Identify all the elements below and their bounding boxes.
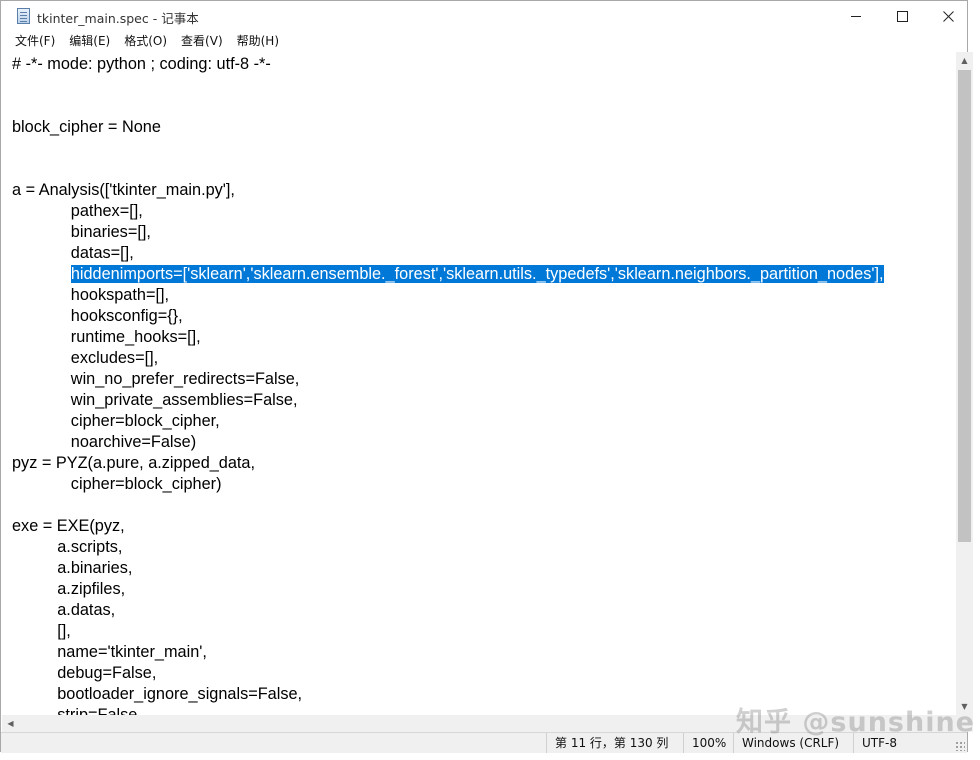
- code-line[interactable]: hookspath=[],: [12, 285, 884, 306]
- code-line[interactable]: noarchive=False): [12, 432, 884, 453]
- code-line[interactable]: [],: [12, 621, 884, 642]
- code-line[interactable]: [12, 96, 884, 117]
- zoom-level: 100%: [683, 733, 734, 753]
- scroll-up-icon[interactable]: ▲: [956, 52, 973, 69]
- menu-bar: 文件(F) 编辑(E) 格式(O) 查看(V) 帮助(H): [1, 31, 967, 52]
- menu-view[interactable]: 查看(V): [174, 31, 230, 52]
- scroll-left-icon[interactable]: ◀: [2, 715, 19, 732]
- code-line[interactable]: exe = EXE(pyz,: [12, 516, 884, 537]
- notepad-icon: [17, 8, 30, 24]
- code-line[interactable]: cipher=block_cipher,: [12, 411, 884, 432]
- minimize-button[interactable]: [833, 1, 879, 31]
- code-line[interactable]: pyz = PYZ(a.pure, a.zipped_data,: [12, 453, 884, 474]
- title-bar[interactable]: tkinter_main.spec - 记事本: [1, 1, 967, 31]
- code-line[interactable]: excludes=[],: [12, 348, 884, 369]
- close-button[interactable]: [925, 1, 971, 31]
- code-line[interactable]: cipher=block_cipher): [12, 474, 884, 495]
- minimize-icon: [851, 15, 861, 17]
- code-line[interactable]: a.binaries,: [12, 558, 884, 579]
- watermark: 知乎 @sunshine: [736, 707, 975, 738]
- cursor-position: 第 11 行，第 130 列: [546, 733, 685, 753]
- code-line[interactable]: debug=False,: [12, 663, 884, 684]
- code-line[interactable]: hiddenimports=['sklearn','sklearn.ensemb…: [12, 264, 884, 285]
- code-line[interactable]: hooksconfig={},: [12, 306, 884, 327]
- menu-help[interactable]: 帮助(H): [230, 31, 286, 52]
- menu-format[interactable]: 格式(O): [117, 31, 174, 52]
- code-line[interactable]: binaries=[],: [12, 222, 884, 243]
- text-editor[interactable]: # -*- mode: python ; coding: utf-8 -*- bl…: [2, 52, 956, 715]
- window-title: tkinter_main.spec - 记事本: [37, 11, 199, 26]
- code-line[interactable]: a.scripts,: [12, 537, 884, 558]
- vertical-scroll-thumb[interactable]: [958, 70, 971, 542]
- maximize-button[interactable]: [879, 1, 925, 31]
- menu-edit[interactable]: 编辑(E): [62, 31, 117, 52]
- code-line[interactable]: a.zipfiles,: [12, 579, 884, 600]
- code-line[interactable]: a = Analysis(['tkinter_main.py'],: [12, 180, 884, 201]
- vertical-scrollbar[interactable]: ▲ ▼: [956, 52, 973, 715]
- code-line[interactable]: [12, 495, 884, 516]
- code-line[interactable]: name='tkinter_main',: [12, 642, 884, 663]
- code-line[interactable]: win_private_assemblies=False,: [12, 390, 884, 411]
- maximize-icon: [896, 10, 908, 22]
- selected-text[interactable]: hiddenimports=['sklearn','sklearn.ensemb…: [70, 265, 884, 283]
- code-line[interactable]: [12, 75, 884, 96]
- code-line[interactable]: a.datas,: [12, 600, 884, 621]
- code-line[interactable]: runtime_hooks=[],: [12, 327, 884, 348]
- code-line[interactable]: datas=[],: [12, 243, 884, 264]
- code-line[interactable]: [12, 138, 884, 159]
- notepad-window: tkinter_main.spec - 记事本 文件(F) 编辑(E) 格式(O…: [0, 0, 973, 753]
- code-line[interactable]: win_no_prefer_redirects=False,: [12, 369, 884, 390]
- code-line[interactable]: [12, 159, 884, 180]
- code-line[interactable]: block_cipher = None: [12, 117, 884, 138]
- resize-grip-icon[interactable]: [955, 741, 965, 751]
- close-icon: [942, 10, 954, 22]
- code-text[interactable]: # -*- mode: python ; coding: utf-8 -*- bl…: [12, 54, 884, 715]
- menu-file[interactable]: 文件(F): [8, 31, 62, 52]
- code-line[interactable]: # -*- mode: python ; coding: utf-8 -*-: [12, 54, 884, 75]
- code-line[interactable]: pathex=[],: [12, 201, 884, 222]
